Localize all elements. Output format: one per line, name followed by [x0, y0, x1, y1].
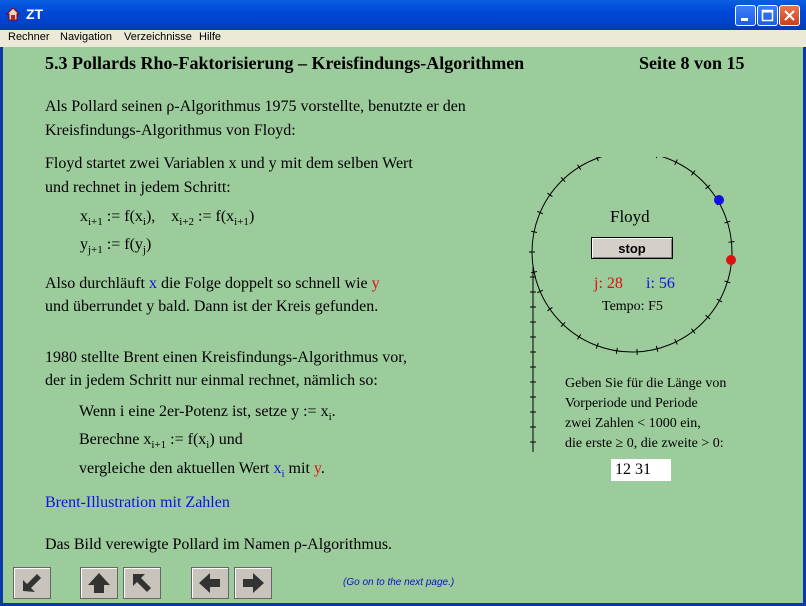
arrow-up-left-icon — [133, 574, 151, 592]
brent-step-2: Berechne xi+1 := f(xi) und — [79, 431, 243, 451]
title-bar[interactable]: ZT — [0, 0, 806, 30]
circle-tick — [728, 241, 735, 243]
menu-bar: Rechner Navigation Verzeichnisse Hilfe — [0, 30, 806, 47]
circle-tick — [615, 347, 618, 354]
window-title: ZT — [26, 6, 44, 22]
window-border-left — [0, 47, 3, 606]
menu-navigation[interactable]: Navigation — [60, 31, 112, 43]
nav-up-button[interactable] — [80, 567, 118, 599]
close-icon — [784, 10, 795, 21]
counter-j: j: 28 — [594, 275, 623, 292]
app-window: ZT Rechner Navigation Verzeichnisse Hilf… — [0, 0, 806, 606]
tempo-label: Tempo: F5 — [602, 299, 663, 314]
closing-line: Das Bild verewigte Pollard im Namen ρ-Al… — [45, 536, 393, 553]
formula-y: yj+1 := f(yj) — [80, 236, 152, 256]
close-button[interactable] — [779, 5, 800, 26]
circle-tick — [690, 328, 696, 334]
nav-next-button[interactable] — [234, 567, 272, 599]
brent-step-1: Wenn i eine 2er-Potenz ist, setze y := x… — [79, 403, 336, 423]
paragraph-4-line-1: 1980 stellte Brent einen Kreisfindungs-A… — [45, 349, 407, 366]
position-x-marker — [714, 195, 724, 205]
arrow-down-left-icon — [23, 574, 41, 592]
page-title: 5.3 Pollards Rho-Faktorisierung – Kreisf… — [45, 53, 525, 73]
paragraph-4-line-2: der in jedem Schritt nur einmal rechnet,… — [45, 372, 378, 389]
app-icon — [6, 7, 20, 21]
menu-hilfe[interactable]: Hilfe — [199, 31, 221, 43]
position-y-marker — [726, 255, 736, 265]
maximize-button[interactable] — [757, 5, 778, 26]
hint-line-2: Vorperiode und Periode — [565, 396, 698, 411]
paragraph-2-line-2: und rechnet in jedem Schritt: — [45, 179, 231, 196]
page-counter: Seite 8 von 15 — [639, 53, 745, 73]
arrow-up-icon — [88, 573, 110, 593]
menu-rechner[interactable]: Rechner — [8, 31, 50, 43]
circle-tick — [655, 157, 658, 159]
arrow-right-icon — [243, 573, 264, 593]
page-content: 5.3 Pollards Rho-Faktorisierung – Kreisf… — [3, 47, 803, 603]
minimize-button[interactable] — [735, 5, 756, 26]
circle-tick — [577, 164, 582, 170]
circle-tick — [531, 271, 538, 274]
counter-i: i: 56 — [646, 275, 675, 292]
minimize-icon — [741, 18, 748, 21]
circle-tick — [690, 170, 696, 176]
paragraph-1-line-1: Als Pollard seinen ρ-Algorithmus 1975 vo… — [45, 98, 466, 115]
hint-line-4: die erste ≥ 0, die zweite > 0: — [565, 436, 724, 451]
circle-tick — [531, 230, 538, 233]
brent-illustration-link[interactable]: Brent-Illustration mit Zahlen — [45, 493, 230, 513]
paragraph-1-line-2: Kreisfindungs-Algorithmus von Floyd: — [45, 122, 296, 139]
paragraph-3-line-1: Also durchläuft x die Folge doppelt so s… — [45, 275, 380, 292]
nav-previous-button[interactable] — [191, 567, 229, 599]
paragraph-3-line-2: und überrundet y bald. Dann ist der Krei… — [45, 298, 379, 315]
nav-up-left-button[interactable] — [123, 567, 161, 599]
hint-line-1: Geben Sie für die Länge von — [565, 376, 727, 391]
circle-tick — [547, 192, 553, 197]
formula-x: xi+1 := f(xi), xi+2 := f(xi+1) — [80, 208, 255, 228]
arrow-left-icon — [199, 573, 220, 593]
nav-back-to-start-button[interactable] — [13, 567, 51, 599]
brent-step-3: vergleiche den aktuellen Wert xi mit y. — [79, 460, 325, 480]
circle-tick — [547, 307, 553, 312]
period-input[interactable]: 12 31 — [611, 459, 671, 481]
floyd-title: Floyd — [610, 207, 650, 226]
nav-hint: (Go on to the next page.) — [343, 577, 455, 588]
stop-button[interactable]: stop — [591, 237, 673, 259]
circle-tick — [577, 334, 582, 340]
hint-line-3: zwei Zahlen < 1000 ein, — [565, 416, 701, 431]
maximize-icon — [761, 9, 774, 22]
menu-verzeichnisse[interactable]: Verzeichnisse — [124, 31, 192, 43]
paragraph-2-line-1: Floyd startet zwei Variablen x und y mit… — [45, 155, 413, 172]
